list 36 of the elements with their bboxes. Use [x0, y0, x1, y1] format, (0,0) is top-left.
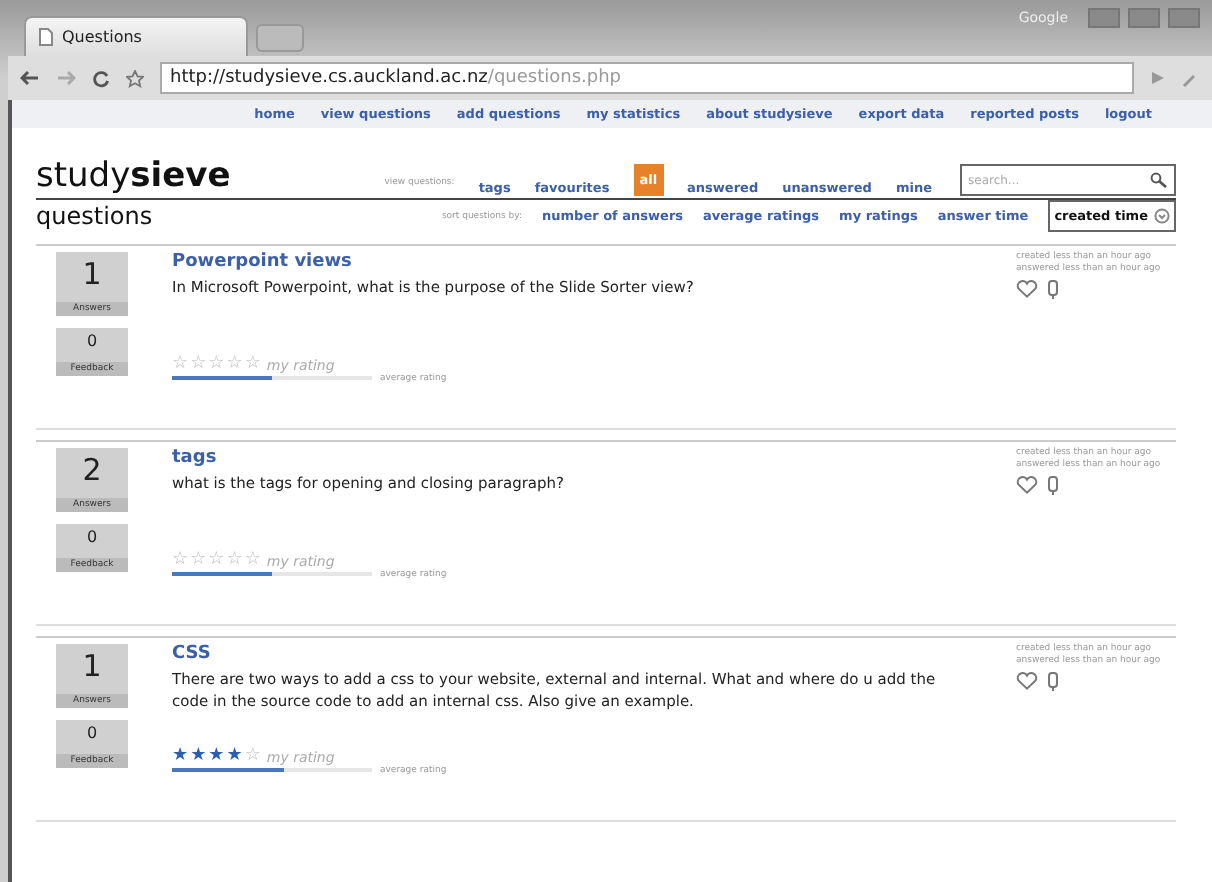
star-icon: ☆	[226, 552, 243, 570]
flag-icon[interactable]	[1048, 280, 1058, 300]
browser-tab[interactable]: Questions	[24, 16, 248, 56]
star-icon: ☆	[244, 356, 261, 374]
question-title[interactable]: tags	[172, 448, 972, 468]
sort-arrow-icon	[1154, 208, 1170, 224]
question-title[interactable]: Powerpoint views	[172, 252, 972, 272]
star-icon: ☆	[172, 356, 189, 374]
star-icon: ☆	[190, 552, 207, 570]
star-icon: ☆	[244, 552, 261, 570]
star-icon: ★	[172, 748, 189, 766]
star-icon: ☆	[208, 552, 225, 570]
flag-icon[interactable]	[1048, 672, 1058, 692]
star-icon: ☆	[244, 748, 261, 766]
star-icon: ★	[208, 748, 225, 766]
star-icon: ☆	[208, 356, 225, 374]
star-icon: ★	[226, 748, 243, 766]
search-icon	[1150, 172, 1168, 188]
back-icon[interactable]	[20, 70, 40, 86]
tab-title: Questions	[62, 28, 142, 46]
reload-icon[interactable]	[92, 69, 110, 87]
star-icon: ☆	[172, 552, 189, 570]
heart-icon[interactable]	[1016, 672, 1038, 690]
star-rating[interactable]: ★★★★☆	[172, 748, 261, 766]
address-bar[interactable]: http://studysieve.cs.auckland.ac.nz/questions.php	[160, 62, 1134, 94]
page-icon	[38, 28, 54, 46]
page-title: questions	[36, 202, 155, 230]
star-icon[interactable]	[126, 69, 144, 87]
heart-icon[interactable]	[1016, 476, 1038, 494]
star-icon: ★	[190, 748, 207, 766]
question-title[interactable]: CSS	[172, 644, 972, 664]
site-logo: studysieve	[36, 156, 233, 196]
star-icon: ☆	[190, 356, 207, 374]
star-icon: ☆	[226, 356, 243, 374]
heart-icon[interactable]	[1016, 280, 1038, 298]
flag-icon[interactable]	[1048, 476, 1058, 496]
